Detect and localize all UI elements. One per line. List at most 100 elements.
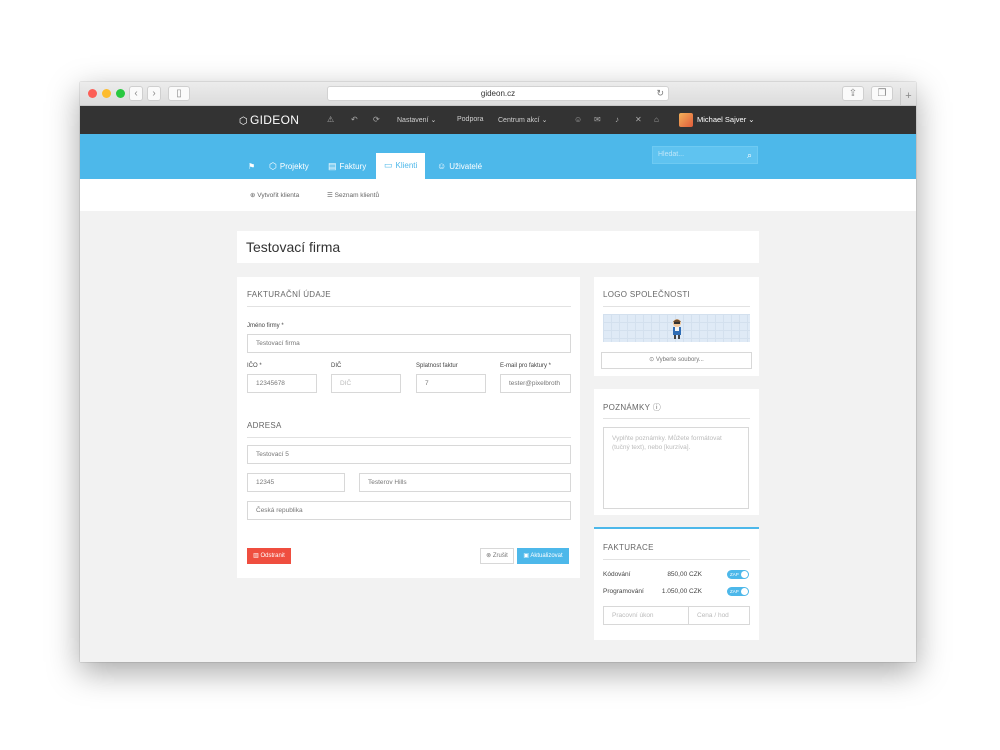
billing-section-title: FAKTURAČNÍ ÚDAJE <box>247 290 331 299</box>
share-icon[interactable]: ⇪ <box>842 86 864 101</box>
tab-projekty-label: Projekty <box>279 162 309 171</box>
plus-circle-icon: ⊕ <box>250 192 256 199</box>
invoicing-panel-title: FAKTURACE <box>603 543 654 552</box>
minimize-window-button[interactable] <box>102 89 111 98</box>
client-list-label: Seznam klientů <box>334 192 380 199</box>
info-icon[interactable]: ⓘ <box>653 403 661 412</box>
tab-faktury-label: Faktury <box>339 162 367 171</box>
search-icon[interactable]: ⌕ <box>747 147 752 163</box>
forward-icon[interactable]: › <box>147 86 161 101</box>
action-center-label: Centrum akcí <box>498 117 540 124</box>
tab-faktury[interactable]: ▤ Faktury <box>320 154 374 179</box>
create-client-label: Vytvořit klienta <box>257 192 300 199</box>
tools-icon[interactable]: ✕ <box>635 115 642 124</box>
notes-title-text: POZNÁMKY <box>603 403 651 412</box>
address-section-title: ADRESA <box>247 421 282 430</box>
create-client-link[interactable]: ⊕ Vytvořit klienta <box>250 191 299 199</box>
divider <box>603 306 750 307</box>
search-placeholder: Hledat... <box>658 151 685 158</box>
lock-icon[interactable]: ⌂ <box>654 115 659 124</box>
settings-menu-label: Nastavení <box>397 117 429 124</box>
rate-toggle[interactable]: ZAP <box>727 570 749 579</box>
close-window-button[interactable] <box>88 89 97 98</box>
choose-files-button[interactable]: ⊙ Vyberte soubory... <box>601 352 752 369</box>
tab-projekty[interactable]: ⬡ Projekty <box>261 154 317 179</box>
maximize-window-button[interactable] <box>116 89 125 98</box>
divider <box>603 418 750 419</box>
tab-uzivatele-label: Uživatelé <box>449 162 483 171</box>
invoice-icon: ▤ <box>328 161 337 171</box>
hexagon-icon: ⬡ <box>239 116 249 127</box>
sidebar-icon[interactable]: ▯ <box>168 86 190 101</box>
zip-input[interactable]: 12345 <box>247 473 345 492</box>
brand-name: GIDEON <box>250 113 300 127</box>
sub-nav: ⊕ Vytvořit klienta ☰ Seznam klientů <box>80 179 916 211</box>
company-name-input[interactable]: Testovací firma <box>247 334 571 353</box>
notes-textarea[interactable]: Vyplňte poznámky. Můžete formátovat (tuč… <box>603 427 749 509</box>
refresh-icon[interactable]: ⟳ <box>373 115 380 124</box>
new-tab-icon[interactable]: + <box>900 88 916 106</box>
rate-value: 1.050,00 CZK <box>661 588 702 595</box>
list-icon: ☰ <box>327 192 333 199</box>
upload-icon: ⊙ <box>649 357 655 363</box>
search-input[interactable]: Hledat... ⌕ <box>652 146 758 164</box>
support-link[interactable]: Podpora <box>457 116 483 123</box>
tab-klienti[interactable]: ▭ Klienti <box>376 153 426 179</box>
email-label: E-mail pro faktury * <box>500 363 552 369</box>
company-name-label: Jméno firmy * <box>247 323 284 329</box>
panel-accent-bar <box>594 527 759 529</box>
country-input[interactable]: Česká republika <box>247 501 571 520</box>
settings-menu[interactable]: Nastavení ⌄ <box>397 116 436 124</box>
rate-value: 850,00 CZK <box>667 571 702 578</box>
signpost-icon[interactable]: ⚑ <box>240 154 263 179</box>
people-icon[interactable]: ☺ <box>574 115 582 124</box>
divider <box>603 559 750 560</box>
email-input[interactable]: tester@pixelbroth <box>500 374 571 393</box>
user-menu[interactable]: Michael Sajver ⌄ <box>679 112 755 128</box>
app-topbar: ⬡ GIDEON ⚠ ↶ ⟳ Nastavení ⌄ Podpora Centru… <box>80 106 916 134</box>
delete-button[interactable]: ▥ Odstranit <box>247 548 291 564</box>
dic-label: DIČ <box>331 363 342 369</box>
cancel-label: Zrušit <box>492 553 508 559</box>
ico-label: IČO * <box>247 363 262 369</box>
brand-logo[interactable]: ⬡ GIDEON <box>239 113 299 127</box>
bell-icon[interactable]: ♪ <box>615 115 619 124</box>
user-name: Michael Sajver <box>697 115 747 124</box>
client-form-card <box>237 277 580 578</box>
chat-icon[interactable]: ✉ <box>594 115 601 124</box>
client-list-link[interactable]: ☰ Seznam klientů <box>327 191 379 199</box>
divider <box>247 437 571 438</box>
box-icon: ⬡ <box>269 161 277 171</box>
update-label: Aktualizovat <box>530 553 563 559</box>
main-nav: ⚑ ⬡ Projekty ▤ Faktury ▭ Klienti ☺ Uživatelé… <box>80 134 916 179</box>
trash-icon: ▥ <box>253 553 259 559</box>
ico-input[interactable]: 12345678 <box>247 374 317 393</box>
update-button[interactable]: ▣ Aktualizovat <box>517 548 569 564</box>
page-title: Testovací firma <box>237 231 759 263</box>
warning-icon[interactable]: ⚠ <box>327 115 334 124</box>
tab-uzivatele[interactable]: ☺ Uživatelé <box>429 154 490 179</box>
reload-icon[interactable]: ↻ <box>656 87 664 100</box>
browser-window: ‹ › ▯ gideon.cz ↻ ⇪ ❐ + ⬡ GIDEON ⚠ ↶ ⟳ Na… <box>80 82 916 662</box>
dic-input[interactable]: DIČ <box>331 374 401 393</box>
street-input[interactable]: Testovací 5 <box>247 445 571 464</box>
browser-toolbar: ‹ › ▯ gideon.cz ↻ ⇪ ❐ + <box>80 82 916 106</box>
mascot-icon <box>673 319 681 339</box>
cancel-icon: ⊗ <box>486 553 492 559</box>
action-center-menu[interactable]: Centrum akcí ⌄ <box>498 116 547 124</box>
undo-icon[interactable]: ↶ <box>351 115 358 124</box>
address-bar[interactable]: gideon.cz ↻ <box>327 86 669 101</box>
choose-files-label: Vyberte soubory... <box>655 357 704 363</box>
due-label: Splatnost faktur <box>416 363 458 369</box>
work-item-input[interactable]: Pracovní úkon <box>603 606 689 625</box>
cancel-button[interactable]: ⊗ Zrušit <box>480 548 514 564</box>
hourly-price-input[interactable]: Cena / hod <box>688 606 750 625</box>
avatar <box>679 113 693 128</box>
tabs-icon[interactable]: ❐ <box>871 86 893 101</box>
delete-label: Odstranit <box>260 553 285 559</box>
back-icon[interactable]: ‹ <box>129 86 143 101</box>
city-input[interactable]: Testerov Hills <box>359 473 571 492</box>
logo-panel-title: LOGO SPOLEČNOSTI <box>603 290 691 299</box>
rate-toggle[interactable]: ZAP <box>727 587 749 596</box>
due-input[interactable]: 7 <box>416 374 486 393</box>
